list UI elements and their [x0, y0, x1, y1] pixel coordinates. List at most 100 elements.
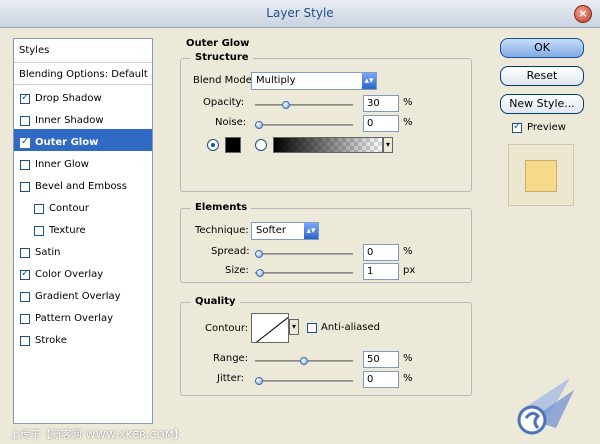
noise-label: Noise:: [215, 117, 247, 128]
jitter-slider-thumb[interactable]: [255, 377, 263, 385]
technique-value: Softer: [256, 225, 286, 236]
solid-color-radio[interactable]: [207, 139, 219, 151]
spread-slider-thumb[interactable]: [255, 250, 263, 258]
contour-preview[interactable]: [251, 313, 289, 343]
size-unit: px: [403, 265, 416, 276]
style-item-stroke[interactable]: Stroke: [14, 327, 152, 349]
noise-input[interactable]: 0: [363, 115, 399, 132]
noise-percent: %: [403, 117, 413, 128]
style-checkbox[interactable]: [34, 225, 44, 236]
style-item-contour[interactable]: Contour: [14, 195, 152, 217]
size-slider[interactable]: [255, 269, 353, 277]
style-item-label: Inner Shadow: [35, 115, 104, 126]
blend-mode-select[interactable]: Multiply ▴▾: [251, 72, 377, 90]
opacity-percent: %: [403, 97, 413, 108]
gradient-radio[interactable]: [255, 139, 267, 151]
opacity-slider[interactable]: [255, 101, 353, 109]
style-item-label: Drop Shadow: [35, 93, 102, 104]
site-logo: [517, 378, 574, 435]
opacity-input[interactable]: 30: [363, 95, 399, 112]
style-item-label: Satin: [35, 247, 61, 258]
noise-slider-thumb[interactable]: [255, 121, 263, 129]
style-item-bevel-and-emboss[interactable]: Bevel and Emboss: [14, 173, 152, 195]
style-item-label: Contour: [49, 203, 89, 214]
reset-button[interactable]: Reset: [500, 66, 584, 86]
range-slider[interactable]: [255, 357, 353, 365]
quality-group: Quality Contour: ▾ Anti-aliased Range: 5…: [180, 296, 472, 396]
style-item-drop-shadow[interactable]: Drop Shadow: [14, 85, 152, 107]
size-label: Size:: [225, 265, 249, 276]
technique-select[interactable]: Softer ▴▾: [251, 222, 319, 240]
gradient-dropdown[interactable]: ▾: [383, 137, 393, 153]
preview-checkbox[interactable]: [512, 121, 522, 133]
window-title: Layer Style: [266, 6, 334, 20]
style-checkbox[interactable]: [20, 335, 30, 346]
style-checkbox[interactable]: [20, 313, 30, 324]
chevron-updown-icon: ▴▾: [362, 73, 376, 89]
style-item-texture[interactable]: Texture: [14, 217, 152, 239]
style-item-satin[interactable]: Satin: [14, 239, 152, 261]
style-item-label: Texture: [49, 225, 86, 236]
style-checkbox[interactable]: [20, 159, 30, 170]
style-checkbox[interactable]: [20, 136, 30, 148]
size-input[interactable]: 1: [363, 263, 399, 280]
elements-group: Elements Technique: Softer ▴▾ Spread: 0 …: [180, 202, 472, 283]
style-checkbox[interactable]: [20, 92, 30, 104]
outer-glow-title: Outer Glow: [186, 38, 250, 49]
contour-label: Contour:: [205, 323, 249, 334]
range-percent: %: [403, 353, 413, 364]
style-item-label: Inner Glow: [35, 159, 89, 170]
ok-button[interactable]: OK: [500, 38, 584, 58]
style-checkbox[interactable]: [20, 247, 30, 258]
styles-header: Styles: [14, 39, 152, 63]
size-slider-thumb[interactable]: [256, 269, 264, 277]
noise-slider[interactable]: [255, 121, 353, 129]
upload-watermark: 上传于【新客网 WWW.XKER.COM】: [10, 430, 185, 441]
style-checkbox[interactable]: [34, 203, 44, 214]
opacity-slider-thumb[interactable]: [282, 101, 290, 109]
jitter-slider[interactable]: [255, 377, 353, 385]
range-input[interactable]: 50: [363, 351, 399, 368]
style-item-label: Bevel and Emboss: [35, 181, 127, 192]
blending-options-item[interactable]: Blending Options: Default: [14, 63, 152, 85]
jitter-input[interactable]: 0: [363, 371, 399, 388]
range-label: Range:: [213, 353, 249, 364]
dialog-client: Styles Blending Options: Default Drop Sh…: [0, 28, 600, 444]
contour-dropdown[interactable]: ▾: [289, 319, 299, 335]
preview-toggle[interactable]: Preview: [512, 121, 566, 133]
style-item-label: Stroke: [35, 335, 67, 346]
range-slider-thumb[interactable]: [300, 357, 308, 365]
style-checkbox[interactable]: [20, 291, 30, 302]
close-button[interactable]: ×: [574, 5, 592, 23]
chevron-down-icon: ▾: [291, 322, 296, 331]
structure-group: Structure Blend Mode: Multiply ▴▾ Opacit…: [180, 52, 472, 192]
preview-swatch: [525, 160, 557, 192]
quality-label: Quality: [191, 296, 240, 307]
glow-color-swatch[interactable]: [225, 137, 241, 153]
preview-label: Preview: [527, 122, 566, 133]
anti-aliased-checkbox[interactable]: [307, 323, 317, 333]
style-item-inner-glow[interactable]: Inner Glow: [14, 151, 152, 173]
style-item-gradient-overlay[interactable]: Gradient Overlay: [14, 283, 152, 305]
style-checkbox[interactable]: [20, 268, 30, 280]
jitter-label: Jitter:: [217, 373, 245, 384]
style-item-label: Pattern Overlay: [35, 313, 114, 324]
style-item-label: Outer Glow: [35, 137, 99, 148]
style-item-outer-glow[interactable]: Outer Glow: [14, 129, 152, 151]
spread-input[interactable]: 0: [363, 244, 399, 261]
jitter-percent: %: [403, 373, 413, 384]
chevron-down-icon: ▾: [385, 140, 390, 149]
title-bar: Layer Style ×: [0, 0, 600, 28]
spread-slider[interactable]: [255, 250, 353, 258]
style-checkbox[interactable]: [20, 115, 30, 126]
new-style-button[interactable]: New Style...: [500, 94, 584, 114]
technique-label: Technique:: [195, 225, 249, 236]
style-item-color-overlay[interactable]: Color Overlay: [14, 261, 152, 283]
style-checkbox[interactable]: [20, 181, 30, 192]
gradient-swatch[interactable]: [273, 137, 383, 153]
style-item-inner-shadow[interactable]: Inner Shadow: [14, 107, 152, 129]
style-list: Drop Shadow Inner Shadow Outer Glow Inner G…: [14, 85, 152, 349]
chevron-updown-icon: ▴▾: [304, 223, 318, 239]
close-icon: ×: [578, 7, 588, 20]
style-item-pattern-overlay[interactable]: Pattern Overlay: [14, 305, 152, 327]
